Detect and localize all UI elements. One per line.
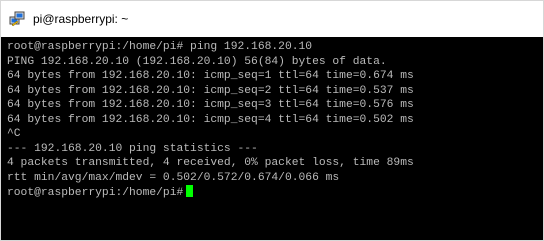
terminal-line: rtt min/avg/max/mdev = 0.502/0.572/0.674… (7, 171, 340, 184)
terminal-line: ^C (7, 128, 21, 140)
terminal-line: 4 packets transmitted, 4 received, 0% pa… (7, 157, 414, 169)
prompt-line[interactable]: root@raspberrypi:/home/pi# (7, 185, 543, 200)
terminal-line: 64 bytes from 192.168.20.10: icmp_seq=2 … (7, 84, 414, 97)
terminal-line: 64 bytes from 192.168.20.10: icmp_seq=4 … (7, 113, 414, 126)
terminal-line: --- 192.168.20.10 ping statistics --- (7, 142, 258, 155)
terminal-line: root@raspberrypi:/home/pi# ping 192.168.… (7, 41, 313, 53)
window-title: pi@raspberrypi: ~ (33, 12, 129, 26)
terminal-window: pi@raspberrypi: ~ root@raspberrypi:/home… (0, 0, 544, 241)
shell-prompt: root@raspberrypi:/home/pi# (7, 187, 184, 199)
putty-icon[interactable] (9, 11, 25, 27)
terminal-output[interactable]: root@raspberrypi:/home/pi# ping 192.168.… (1, 37, 543, 240)
terminal-line: 64 bytes from 192.168.20.10: icmp_seq=1 … (7, 70, 414, 82)
title-bar[interactable]: pi@raspberrypi: ~ (1, 1, 543, 37)
terminal-line: 64 bytes from 192.168.20.10: icmp_seq=3 … (7, 99, 414, 111)
terminal-cursor (186, 185, 194, 197)
terminal-line: PING 192.168.20.10 (192.168.20.10) 56(84… (7, 55, 387, 68)
